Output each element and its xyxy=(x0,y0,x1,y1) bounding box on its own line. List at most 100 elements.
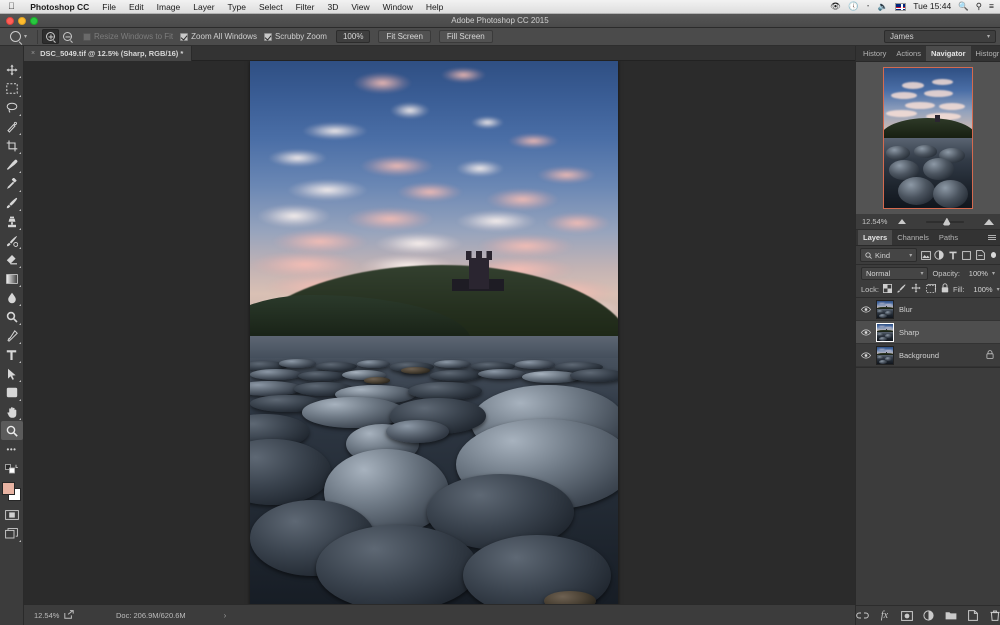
menu-help[interactable]: Help xyxy=(419,2,449,12)
status-expand-icon[interactable]: › xyxy=(224,611,227,620)
tab-layers[interactable]: Layers xyxy=(858,230,893,245)
navigator-body[interactable] xyxy=(856,62,1000,214)
close-icon[interactable]: × xyxy=(31,50,35,57)
spot-healing-brush-tool[interactable] xyxy=(1,174,23,193)
notification-center-icon[interactable]: ≡ xyxy=(989,2,994,11)
blur-tool[interactable] xyxy=(1,288,23,307)
screen-mode-button[interactable] xyxy=(1,524,23,543)
navigator-zoom-value[interactable]: 12.54% xyxy=(862,217,892,226)
layer-thumbnail[interactable] xyxy=(876,299,894,319)
zoom-percent-field[interactable]: 100% xyxy=(335,30,371,43)
shape-filter-icon[interactable] xyxy=(961,248,972,262)
filter-enable-toggle[interactable] xyxy=(990,252,996,258)
new-group-icon[interactable] xyxy=(944,609,957,622)
canvas-area[interactable] xyxy=(24,61,855,604)
document-tab[interactable]: × DSC_5049.tif @ 12.5% (Sharp, RGB/16) * xyxy=(24,46,193,61)
hand-tool[interactable] xyxy=(1,402,23,421)
add-layer-mask-icon[interactable] xyxy=(900,609,913,622)
layer-visibility-toggle[interactable] xyxy=(861,351,871,359)
table-row[interactable]: Background xyxy=(856,344,1000,367)
lasso-tool[interactable] xyxy=(1,98,23,117)
move-tool[interactable] xyxy=(1,60,23,79)
quick-selection-tool[interactable] xyxy=(1,117,23,136)
chevron-down-icon[interactable]: ▾ xyxy=(997,286,1000,293)
tab-channels[interactable]: Channels xyxy=(892,230,934,245)
delete-layer-icon[interactable] xyxy=(988,609,1000,622)
active-tool-preset[interactable]: ▾ xyxy=(0,31,33,42)
rectangle-tool[interactable] xyxy=(1,383,23,402)
foreground-color-swatch[interactable] xyxy=(1,482,15,495)
chevron-down-icon[interactable]: ▾ xyxy=(24,33,27,40)
zoom-in-mountain-icon[interactable] xyxy=(984,218,994,225)
document-size-info[interactable]: Doc: 206.9M/620.6M xyxy=(116,611,186,620)
smart-object-filter-icon[interactable] xyxy=(975,248,986,262)
new-layer-icon[interactable] xyxy=(966,609,979,622)
menubar-clock[interactable]: Tue 15:44 xyxy=(913,2,951,11)
brush-tool[interactable] xyxy=(1,193,23,212)
menu-type[interactable]: Type xyxy=(221,2,252,12)
uk-flag-icon[interactable] xyxy=(895,2,907,11)
tab-history[interactable]: History xyxy=(858,46,891,61)
menu-layer[interactable]: Layer xyxy=(187,2,221,12)
pen-tool[interactable] xyxy=(1,326,23,345)
blend-mode-dropdown[interactable]: Normal ▾ xyxy=(861,266,929,280)
navigator-thumbnail[interactable] xyxy=(883,67,973,209)
workspace-switcher[interactable]: James ▾ xyxy=(884,30,996,43)
tab-histogram[interactable]: Histogr xyxy=(971,46,1000,61)
gradient-tool[interactable] xyxy=(1,269,23,288)
layer-visibility-toggle[interactable] xyxy=(861,305,871,313)
type-filter-icon[interactable] xyxy=(948,248,959,262)
close-button[interactable] xyxy=(6,17,14,25)
chevron-down-icon[interactable]: ▾ xyxy=(992,270,995,277)
binoculars-icon[interactable]: 🔍 xyxy=(958,2,969,11)
dodge-tool[interactable] xyxy=(1,307,23,326)
type-tool[interactable] xyxy=(1,345,23,364)
apple-icon[interactable]:  xyxy=(8,2,15,11)
lock-image-pixels-icon[interactable] xyxy=(897,283,906,295)
scrubby-zoom-checkbox[interactable]: Scrubby Zoom xyxy=(263,32,327,41)
tab-paths[interactable]: Paths xyxy=(934,230,963,245)
adjustment-filter-icon[interactable] xyxy=(934,248,945,262)
time-machine-icon[interactable]: 🕔 xyxy=(848,2,859,11)
zoom-tool[interactable] xyxy=(0,421,23,440)
spotlight-search-icon[interactable]: ⚲ xyxy=(976,2,982,11)
lock-artboard-nesting-icon[interactable] xyxy=(926,283,936,295)
display-icon[interactable]: 👁 xyxy=(830,2,841,11)
share-icon[interactable] xyxy=(64,609,74,621)
quick-mask-button[interactable] xyxy=(1,505,23,524)
menu-select[interactable]: Select xyxy=(252,2,289,12)
crop-tool[interactable] xyxy=(1,136,23,155)
bluetooth-icon[interactable]: ᛫ xyxy=(866,2,871,11)
history-brush-tool[interactable] xyxy=(1,231,23,250)
opacity-value[interactable]: 100% xyxy=(964,269,988,278)
lock-position-icon[interactable] xyxy=(911,283,921,295)
navigator-zoom-slider[interactable] xyxy=(912,217,978,227)
lock-transparent-pixels-icon[interactable] xyxy=(882,283,892,295)
tab-navigator[interactable]: Navigator xyxy=(925,46,971,61)
fill-screen-button[interactable]: Fill Screen xyxy=(438,30,493,43)
filter-kind-dropdown[interactable]: Kind ▾ xyxy=(860,248,918,262)
eraser-tool[interactable] xyxy=(1,250,23,269)
menu-view[interactable]: View xyxy=(345,2,376,12)
maximize-button[interactable] xyxy=(30,17,38,25)
menu-window[interactable]: Window xyxy=(376,2,419,12)
layer-visibility-toggle[interactable] xyxy=(861,328,871,336)
layer-thumbnail[interactable] xyxy=(876,322,894,342)
fill-value[interactable]: 100% xyxy=(969,285,992,294)
minimize-button[interactable] xyxy=(18,17,26,25)
zoom-all-windows-checkbox[interactable]: Zoom All Windows xyxy=(180,32,257,41)
link-layers-icon[interactable] xyxy=(856,609,869,622)
zoom-out-mountain-icon[interactable] xyxy=(898,219,906,224)
layer-name[interactable]: Background xyxy=(899,351,939,360)
volume-icon[interactable]: 🔈 xyxy=(878,2,889,11)
resize-windows-to-fit-checkbox[interactable]: Resize Windows to Fit xyxy=(83,32,173,41)
panel-menu-icon[interactable] xyxy=(988,234,1000,241)
rectangular-marquee-tool[interactable] xyxy=(1,79,23,98)
default-colors-button[interactable] xyxy=(1,459,23,478)
table-row[interactable]: Blur xyxy=(856,298,1000,321)
zoom-in-button[interactable] xyxy=(42,29,60,44)
layer-name[interactable]: Blur xyxy=(899,305,912,314)
color-swatches[interactable] xyxy=(1,481,23,503)
menu-app-name[interactable]: Photoshop CC xyxy=(24,2,96,12)
layer-name[interactable]: Sharp xyxy=(899,328,919,337)
